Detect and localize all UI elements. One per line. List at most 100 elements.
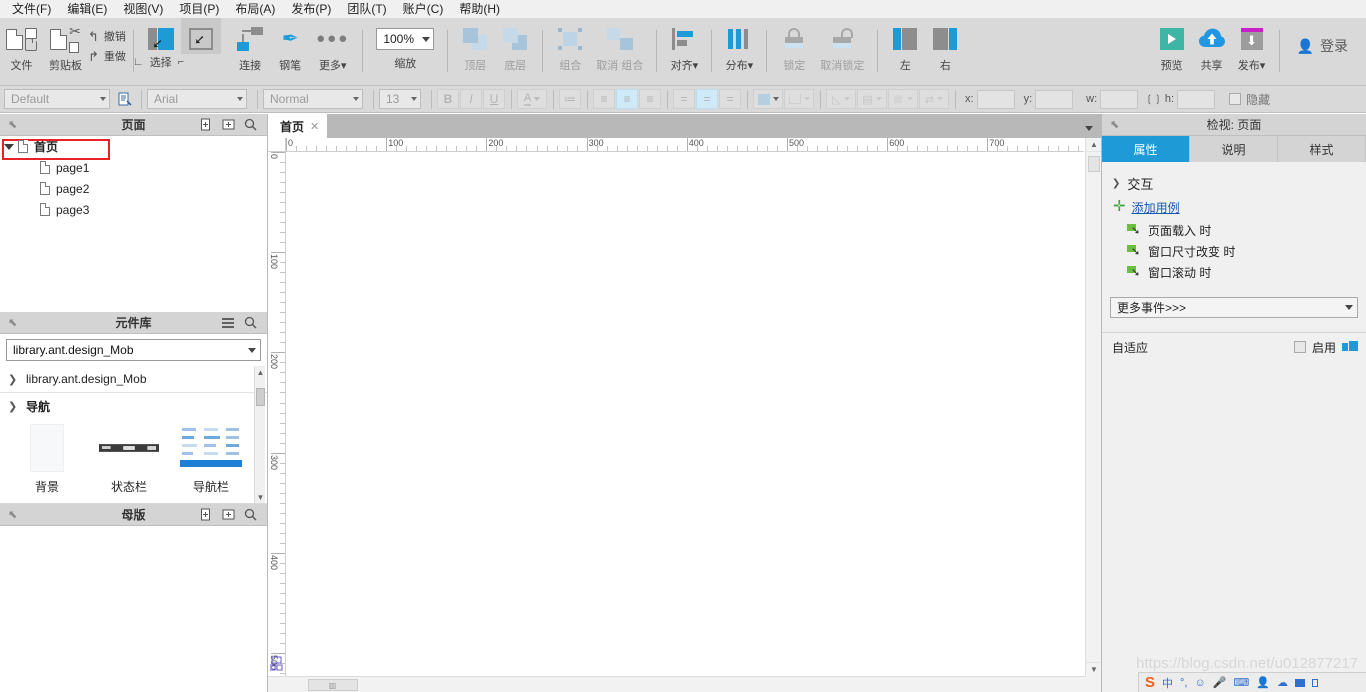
pin-icon[interactable]: ⬉ <box>8 118 17 131</box>
select-marquee-tool[interactable]: ➘ <box>180 18 221 54</box>
scrollbar-thumb[interactable] <box>1088 156 1100 172</box>
library-select[interactable]: library.ant.design_Mob <box>6 339 261 361</box>
sogou-logo-icon[interactable]: S <box>1145 675 1155 690</box>
lock-button[interactable]: 锁定 <box>774 18 814 73</box>
hamburger-icon[interactable] <box>221 316 235 330</box>
ime-user-icon[interactable]: 👤 <box>1256 676 1270 689</box>
valign-middle-button[interactable]: = <box>696 89 718 109</box>
add-case-button[interactable]: ✛ 添加用例 <box>1102 194 1366 220</box>
tab-notes[interactable]: 说明 <box>1190 136 1278 162</box>
select-arrow-tool[interactable]: ➘ <box>141 18 181 54</box>
add-page-icon[interactable] <box>199 118 213 132</box>
underline-button[interactable]: U <box>483 89 505 109</box>
event-page-load[interactable]: ➘ 页面载入 时 <box>1102 220 1366 241</box>
ime-settings-icon[interactable] <box>1312 678 1319 687</box>
design-canvas[interactable] <box>287 153 1084 676</box>
italic-button[interactable]: I <box>460 89 482 109</box>
style-manager-icon[interactable] <box>115 89 135 109</box>
h-input[interactable] <box>1177 89 1216 109</box>
pin-icon[interactable]: ⬉ <box>8 316 17 329</box>
pen-tool[interactable]: ✒ 钢笔 <box>270 18 310 73</box>
line-color-button[interactable]: ◺ <box>826 89 856 109</box>
tabstrip-chevron-down-icon[interactable] <box>1085 126 1093 131</box>
more-events-select[interactable]: 更多事件>>> <box>1110 297 1358 318</box>
valign-top-button[interactable]: = <box>673 89 695 109</box>
chevron-right-icon[interactable]: ❯ <box>8 373 18 386</box>
distribute-button[interactable]: 分布▾ <box>719 18 759 73</box>
lock-ratio-icon[interactable]: ❲❳ <box>1145 94 1162 105</box>
scroll-up-arrow-icon[interactable]: ▲ <box>1086 138 1102 152</box>
align-right-button[interactable]: ≡ <box>639 89 661 109</box>
scrollbar-thumb[interactable] <box>256 388 265 406</box>
style-select[interactable]: Default <box>4 89 110 109</box>
menu-project[interactable]: 项目(P) <box>171 0 227 18</box>
scroll-down-arrow-icon[interactable]: ▼ <box>1086 662 1102 676</box>
undo-button[interactable]: ↰ 撤销 <box>88 28 126 44</box>
vertical-ruler[interactable]: 0 100 200 300 400 500 <box>268 152 286 676</box>
fill-color-button[interactable] <box>753 89 783 109</box>
adaptive-manage-icon[interactable] <box>1342 341 1358 353</box>
library-group-navigation[interactable]: ❯ 导航 <box>0 393 267 420</box>
search-icon[interactable] <box>243 508 257 522</box>
panel-left-button[interactable]: 左 <box>885 18 925 73</box>
close-icon[interactable]: ✕ <box>310 120 319 133</box>
font-size-select[interactable]: 13 <box>379 89 421 109</box>
menu-layout[interactable]: 布局(A) <box>227 0 283 18</box>
library-tree-item[interactable]: ❯ library.ant.design_Mob <box>0 366 267 393</box>
canvas-vertical-scrollbar[interactable]: ▲ ▼ <box>1085 138 1102 676</box>
widget-background[interactable]: 背景 <box>6 424 88 495</box>
scroll-up-arrow-icon[interactable]: ▲ <box>255 366 266 378</box>
scroll-down-arrow-icon[interactable]: ▼ <box>255 491 266 503</box>
ime-chinese-mode-icon[interactable]: 中 <box>1162 675 1173 691</box>
align-center-button[interactable]: ≡ <box>616 89 638 109</box>
widget-navbar[interactable]: 导航栏 <box>170 424 252 495</box>
arrow-style-button[interactable]: ⇄ <box>919 89 949 109</box>
chevron-down-icon[interactable]: ❯ <box>8 400 18 413</box>
y-input[interactable] <box>1035 89 1074 109</box>
font-weight-select[interactable]: Normal <box>263 89 363 109</box>
more-tools-button[interactable]: ●●● 更多▾ <box>310 18 355 73</box>
widget-statusbar[interactable]: 状态栏 <box>88 424 170 495</box>
pin-icon[interactable]: ⬉ <box>1110 118 1119 131</box>
ime-cloud-icon[interactable]: ☁ <box>1277 676 1288 689</box>
menu-file[interactable]: 文件(F) <box>4 0 59 18</box>
hidden-checkbox-group[interactable]: 隐藏 <box>1229 91 1270 108</box>
hidden-checkbox[interactable] <box>1229 93 1242 105</box>
ime-panel-icon[interactable] <box>1295 678 1306 687</box>
bring-to-front-button[interactable]: 顶层 <box>455 18 495 73</box>
library-scrollbar[interactable]: ▲ ▼ <box>254 366 265 503</box>
w-input[interactable] <box>1100 89 1139 109</box>
unlock-button[interactable]: 取消锁定 <box>814 18 870 73</box>
ime-voice-icon[interactable]: 🎤 <box>1213 676 1227 689</box>
align-left-button[interactable]: ≡ <box>593 89 615 109</box>
font-family-select[interactable]: Arial <box>147 89 247 109</box>
line-width-button[interactable]: ▤ <box>857 89 887 109</box>
valign-bottom-button[interactable]: = <box>719 89 741 109</box>
tree-item-page1[interactable]: page1 <box>0 157 267 178</box>
ungroup-button[interactable]: 取消 组合 <box>590 18 649 73</box>
send-to-back-button[interactable]: 底层 <box>495 18 535 73</box>
menu-view[interactable]: 视图(V) <box>115 0 171 18</box>
bold-button[interactable]: B <box>437 89 459 109</box>
align-button[interactable]: 对齐▾ <box>664 18 704 73</box>
connect-tool[interactable]: 连接 <box>230 18 270 73</box>
tree-item-page3[interactable]: page3 <box>0 199 267 220</box>
add-folder-icon[interactable] <box>221 118 235 132</box>
clipboard-button[interactable]: ✂ 剪贴板 <box>43 18 88 73</box>
file-button[interactable]: 文件 <box>0 18 43 73</box>
ime-toolbar[interactable]: S 中 °, ☺ 🎤 ⌨ 👤 ☁ <box>1138 672 1366 692</box>
publish-button[interactable]: ⬇ 发布▾ <box>1232 18 1272 73</box>
x-input[interactable] <box>976 89 1015 109</box>
canvas-tab-home[interactable]: 首页 ✕ <box>268 114 328 138</box>
zoom-select[interactable]: 100% <box>376 28 435 50</box>
ime-emoji-icon[interactable]: ☺ <box>1194 677 1205 689</box>
menu-edit[interactable]: 编辑(E) <box>59 0 115 18</box>
adaptive-enable-checkbox[interactable] <box>1293 341 1306 353</box>
panel-right-button[interactable]: 右 <box>925 18 965 73</box>
menu-account[interactable]: 账户(C) <box>395 0 452 18</box>
event-window-scroll[interactable]: ➘ 窗口滚动 时 <box>1102 262 1366 283</box>
font-color-button[interactable]: A <box>517 89 547 109</box>
ime-keyboard-icon[interactable]: ⌨ <box>1233 676 1249 689</box>
tab-properties[interactable]: 属性 <box>1102 136 1190 162</box>
preview-button[interactable]: 预览 <box>1152 18 1192 73</box>
